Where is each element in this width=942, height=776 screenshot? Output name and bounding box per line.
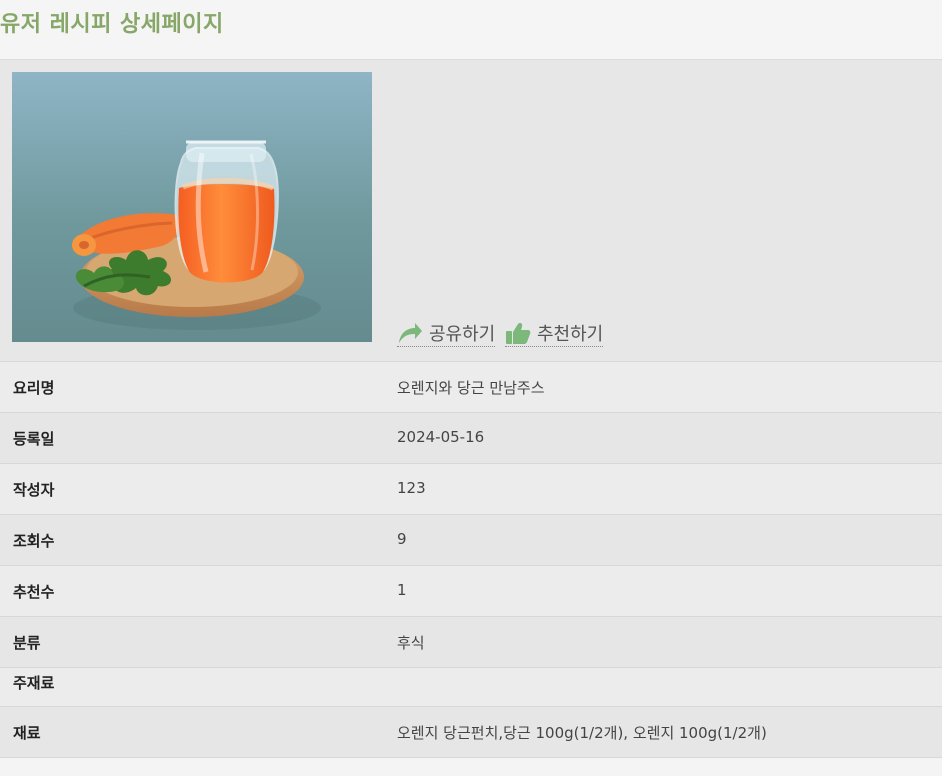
share-arrow-icon	[397, 321, 423, 345]
info-value-views: 9	[397, 530, 407, 548]
info-label-views: 조회수	[13, 532, 55, 550]
info-value-dish-name: 오렌지와 당근 만남주스	[397, 379, 545, 397]
info-label-recommendations: 추천수	[13, 583, 55, 601]
info-value-ingredients: 오렌지 당근펀치,당근 100g(1/2개), 오렌지 100g(1/2개)	[397, 724, 767, 742]
info-label-main-ingredient: 주재료	[13, 674, 55, 692]
info-label-date: 등록일	[13, 430, 55, 448]
recipe-info-table: 요리명 오렌지와 당근 만남주스 등록일 2024-05-16 작성자 123 …	[0, 362, 942, 758]
info-value-author: 123	[397, 479, 426, 497]
share-button[interactable]: 공유하기	[397, 319, 496, 347]
info-label-author: 작성자	[13, 481, 55, 499]
info-row-recommendations: 추천수 1	[0, 566, 942, 617]
page-header: 유저 레시피 상세페이지	[0, 0, 942, 60]
share-label: 공유하기	[429, 323, 496, 345]
info-row-views: 조회수 9	[0, 515, 942, 566]
recipe-detail: 공유하기 추천하기 요리명 오렌지와 당근 만남주스 등록일 2024-05-1…	[0, 60, 942, 758]
recommend-label: 추천하기	[537, 323, 604, 345]
thumbs-up-icon	[505, 321, 531, 345]
info-label-ingredients: 재료	[13, 724, 41, 742]
info-label-category: 분류	[13, 634, 41, 652]
recommend-button[interactable]: 추천하기	[505, 319, 604, 347]
info-value-recommendations: 1	[397, 581, 407, 599]
carrot-juice-photo	[12, 72, 372, 342]
info-row-ingredients: 재료 오렌지 당근펀치,당근 100g(1/2개), 오렌지 100g(1/2개…	[0, 707, 942, 758]
info-row-dish-name: 요리명 오렌지와 당근 만남주스	[0, 362, 942, 413]
info-value-category: 후식	[397, 634, 425, 652]
recipe-image-row: 공유하기 추천하기	[0, 60, 942, 362]
recipe-photo	[12, 72, 372, 342]
page-title: 유저 레시피 상세페이지	[0, 12, 224, 37]
info-row-date: 등록일 2024-05-16	[0, 413, 942, 464]
info-row-main-ingredient: 주재료	[0, 668, 942, 707]
info-row-category: 분류 후식	[0, 617, 942, 668]
info-row-author: 작성자 123	[0, 464, 942, 515]
info-label-dish-name: 요리명	[13, 379, 55, 397]
info-value-date: 2024-05-16	[397, 428, 485, 446]
